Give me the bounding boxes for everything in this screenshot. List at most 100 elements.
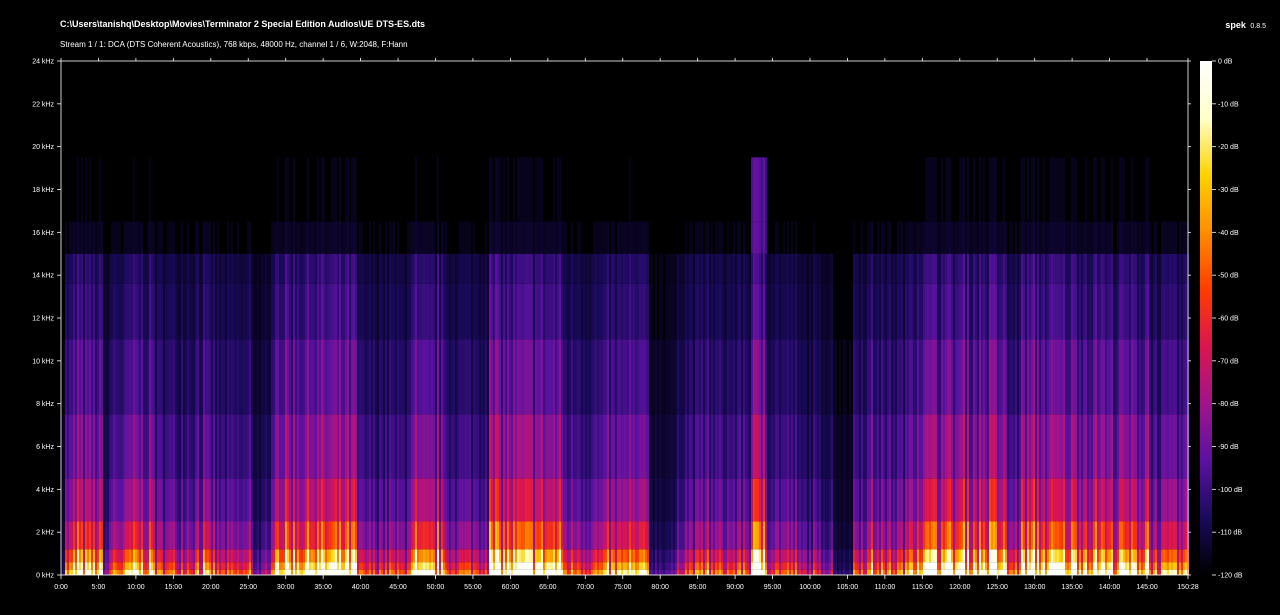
spectrogram-cell <box>957 414 959 479</box>
spectrogram-cell <box>869 414 871 479</box>
spectrogram-cell <box>767 283 769 340</box>
spectrogram-cell <box>845 339 847 415</box>
spectrogram-cell <box>437 562 439 570</box>
spectrogram-cell <box>801 549 803 563</box>
spectrogram-cell <box>1075 221 1077 254</box>
spectrogram-cell <box>495 549 497 563</box>
spectrogram-cell <box>933 478 935 522</box>
spectrogram-cell <box>429 253 431 284</box>
spectrogram-cell <box>593 221 595 254</box>
spectrogram-cell <box>417 253 419 284</box>
spectrogram-cell <box>969 283 971 340</box>
spectrogram-cell <box>331 414 333 479</box>
spectrogram-cell <box>191 414 193 479</box>
spectrogram-cell <box>715 221 717 254</box>
spectrogram-cell <box>743 283 745 340</box>
spectrogram-cell <box>953 221 955 254</box>
spectrogram-cell <box>535 562 537 570</box>
spectrogram-cell <box>507 478 509 522</box>
spectrogram-cell <box>753 253 755 284</box>
spectrogram-cell <box>1057 339 1059 415</box>
spectrogram-cell <box>197 478 199 522</box>
spectrogram-cell <box>869 549 871 563</box>
spectrogram-cell <box>481 549 483 563</box>
spectrogram-cell <box>113 569 115 575</box>
spectrogram-cell <box>63 562 65 570</box>
spectrogram-cell <box>813 478 815 522</box>
spectrogram-cell <box>141 478 143 522</box>
spectrogram-cell <box>209 283 211 340</box>
spectrogram-cell <box>721 414 723 479</box>
spectrogram-cell <box>301 521 303 550</box>
spectrogram-cell <box>111 283 113 340</box>
spectrogram-cell <box>353 283 355 340</box>
spectrogram-cell <box>1045 414 1047 479</box>
spectrogram-cell <box>877 221 879 254</box>
spectrogram-cell <box>985 414 987 479</box>
spectrogram-cell <box>633 339 635 415</box>
spectrogram-cell <box>737 569 739 575</box>
spectrogram-cell <box>501 339 503 415</box>
spectrogram-cell <box>321 283 323 340</box>
spectrogram-cell <box>1033 253 1035 284</box>
spectrogram-cell <box>287 157 289 222</box>
spectrogram-cell <box>219 549 221 563</box>
spectrogram-cell <box>1075 478 1077 522</box>
spectrogram-cell <box>729 569 731 575</box>
spectrogram-cell <box>435 283 437 340</box>
spectrogram-cell <box>399 549 401 563</box>
spectrogram-cell <box>589 569 591 575</box>
spectrogram-cell <box>187 221 189 254</box>
spectrogram-cell <box>233 562 235 570</box>
spectrogram-cell <box>107 478 109 522</box>
spectrogram-cell <box>73 549 75 563</box>
spectrogram-cell <box>197 549 199 563</box>
spectrogram-cell <box>155 478 157 522</box>
spectrogram-cell <box>211 478 213 522</box>
spectrogram-cell <box>503 339 505 415</box>
spectrogram-cell <box>133 569 135 575</box>
spectrogram-cell <box>709 253 711 284</box>
spectrogram-cell <box>843 414 845 479</box>
spectrogram-cell <box>975 221 977 254</box>
spectrogram-cell <box>571 562 573 570</box>
spectrogram-cell <box>261 478 263 522</box>
spectrogram-cell <box>205 521 207 550</box>
spectrogram-cell <box>495 253 497 284</box>
spectrogram-cell <box>635 221 637 254</box>
spectrogram-cell <box>267 339 269 415</box>
spectrogram-cell <box>835 549 837 563</box>
spectrogram-cell <box>543 562 545 570</box>
spectrogram-cell <box>95 253 97 284</box>
spectrogram-cell <box>581 339 583 415</box>
spectrogram-cell <box>69 339 71 415</box>
spectrogram-cell <box>561 521 563 550</box>
spectrogram-cell <box>809 253 811 284</box>
spectrogram-cell <box>479 339 481 415</box>
spectrogram-cell <box>749 549 751 563</box>
spectrogram-cell <box>893 414 895 479</box>
spectrogram-cell <box>99 569 101 575</box>
spectrogram-cell <box>731 562 733 570</box>
spectrogram-cell <box>77 549 79 563</box>
spectrogram-cell <box>929 253 931 284</box>
spectrogram-cell <box>697 414 699 479</box>
spectrogram-cell <box>1071 157 1073 222</box>
spectrogram-cell <box>835 569 837 575</box>
spectrogram-cell <box>125 253 127 284</box>
spectrogram-cell <box>955 549 957 563</box>
spectrogram-cell <box>301 549 303 563</box>
spectrogram-cell <box>673 253 675 284</box>
spectrogram-cell <box>829 414 831 479</box>
spectrogram-cell <box>983 549 985 563</box>
spectrogram-cell <box>849 569 851 575</box>
spectrogram-cell <box>527 562 529 570</box>
spectrogram-cell <box>717 562 719 570</box>
spectrogram-cell <box>963 339 965 415</box>
spectrogram-cell <box>661 549 663 563</box>
spectrogram-cell <box>215 253 217 284</box>
spectrogram-cell <box>745 414 747 479</box>
spectrogram-cell <box>583 339 585 415</box>
spectrogram-cell <box>179 283 181 340</box>
spectrogram-cell <box>897 253 899 284</box>
